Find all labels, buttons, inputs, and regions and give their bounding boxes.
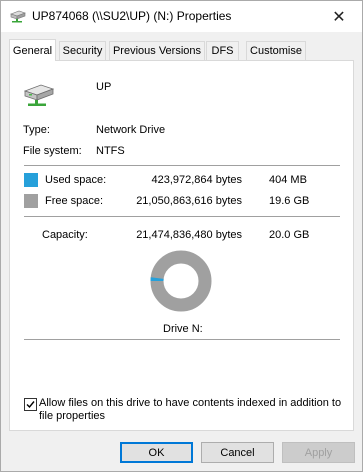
- tab-label: Security: [62, 45, 103, 57]
- separator: [24, 339, 340, 340]
- tab-previous-versions[interactable]: Previous Versions: [109, 41, 205, 60]
- apply-button[interactable]: Apply: [282, 442, 355, 463]
- index-contents-checkbox[interactable]: [24, 398, 37, 411]
- file-system-value: NTFS: [96, 145, 125, 157]
- tab-label: DFS: [211, 45, 234, 57]
- separator: [24, 165, 340, 166]
- used-space-label: Used space:: [45, 174, 107, 186]
- cancel-button[interactable]: Cancel: [201, 442, 274, 463]
- type-label: Type:: [23, 124, 50, 136]
- drive-name: UP: [96, 81, 112, 93]
- index-contents-label-line1[interactable]: Allow files on this drive to have conten…: [39, 397, 341, 409]
- used-space-bytes: 423,972,864 bytes: [151, 174, 242, 186]
- tab-strip: General Security Previous Versions DFS C…: [9, 39, 354, 61]
- tab-dfs[interactable]: DFS: [206, 41, 239, 60]
- title-bar[interactable]: UP874068 (\\SU2\UP) (N:) Properties ✕: [1, 1, 362, 32]
- general-panel: UP Type: Network Drive File system: NTFS…: [9, 60, 354, 431]
- tab-security[interactable]: Security: [59, 41, 106, 60]
- free-space-bytes: 21,050,863,616 bytes: [136, 195, 242, 207]
- apply-label: Apply: [304, 446, 333, 459]
- checkmark-icon: [26, 401, 35, 409]
- network-drive-icon: [10, 10, 26, 23]
- tab-label: Previous Versions: [112, 45, 202, 57]
- capacity-label: Capacity:: [42, 229, 88, 241]
- tab-general[interactable]: General: [9, 39, 56, 61]
- properties-window: UP874068 (\\SU2\UP) (N:) Properties ✕ Ge…: [0, 0, 363, 472]
- used-space-size: 404 MB: [269, 174, 307, 186]
- close-icon: ✕: [332, 8, 346, 26]
- used-space-swatch: [24, 173, 38, 187]
- cancel-label: Cancel: [220, 446, 255, 459]
- drive-letter-label: Drive N:: [163, 323, 203, 335]
- ok-label: OK: [148, 446, 165, 459]
- window-title: UP874068 (\\SU2\UP) (N:) Properties: [32, 9, 232, 23]
- tab-label: Customise: [250, 45, 302, 57]
- network-drive-large-icon: [23, 84, 55, 106]
- capacity-bytes: 21,474,836,480 bytes: [136, 229, 242, 241]
- capacity-size: 20.0 GB: [269, 229, 310, 241]
- free-space-size: 19.6 GB: [269, 195, 310, 207]
- index-contents-label-line2[interactable]: file properties: [39, 410, 105, 422]
- type-value: Network Drive: [96, 124, 166, 136]
- file-system-label: File system:: [23, 145, 82, 157]
- free-space-label: Free space:: [45, 195, 104, 207]
- separator: [24, 216, 340, 217]
- free-space-ring: [150, 250, 212, 312]
- free-space-swatch: [24, 194, 38, 208]
- tab-customise[interactable]: Customise: [246, 41, 306, 60]
- ok-button[interactable]: OK: [120, 442, 193, 463]
- close-button[interactable]: ✕: [316, 1, 362, 32]
- tab-label: General: [12, 44, 53, 57]
- drive-usage-donut: [150, 250, 212, 312]
